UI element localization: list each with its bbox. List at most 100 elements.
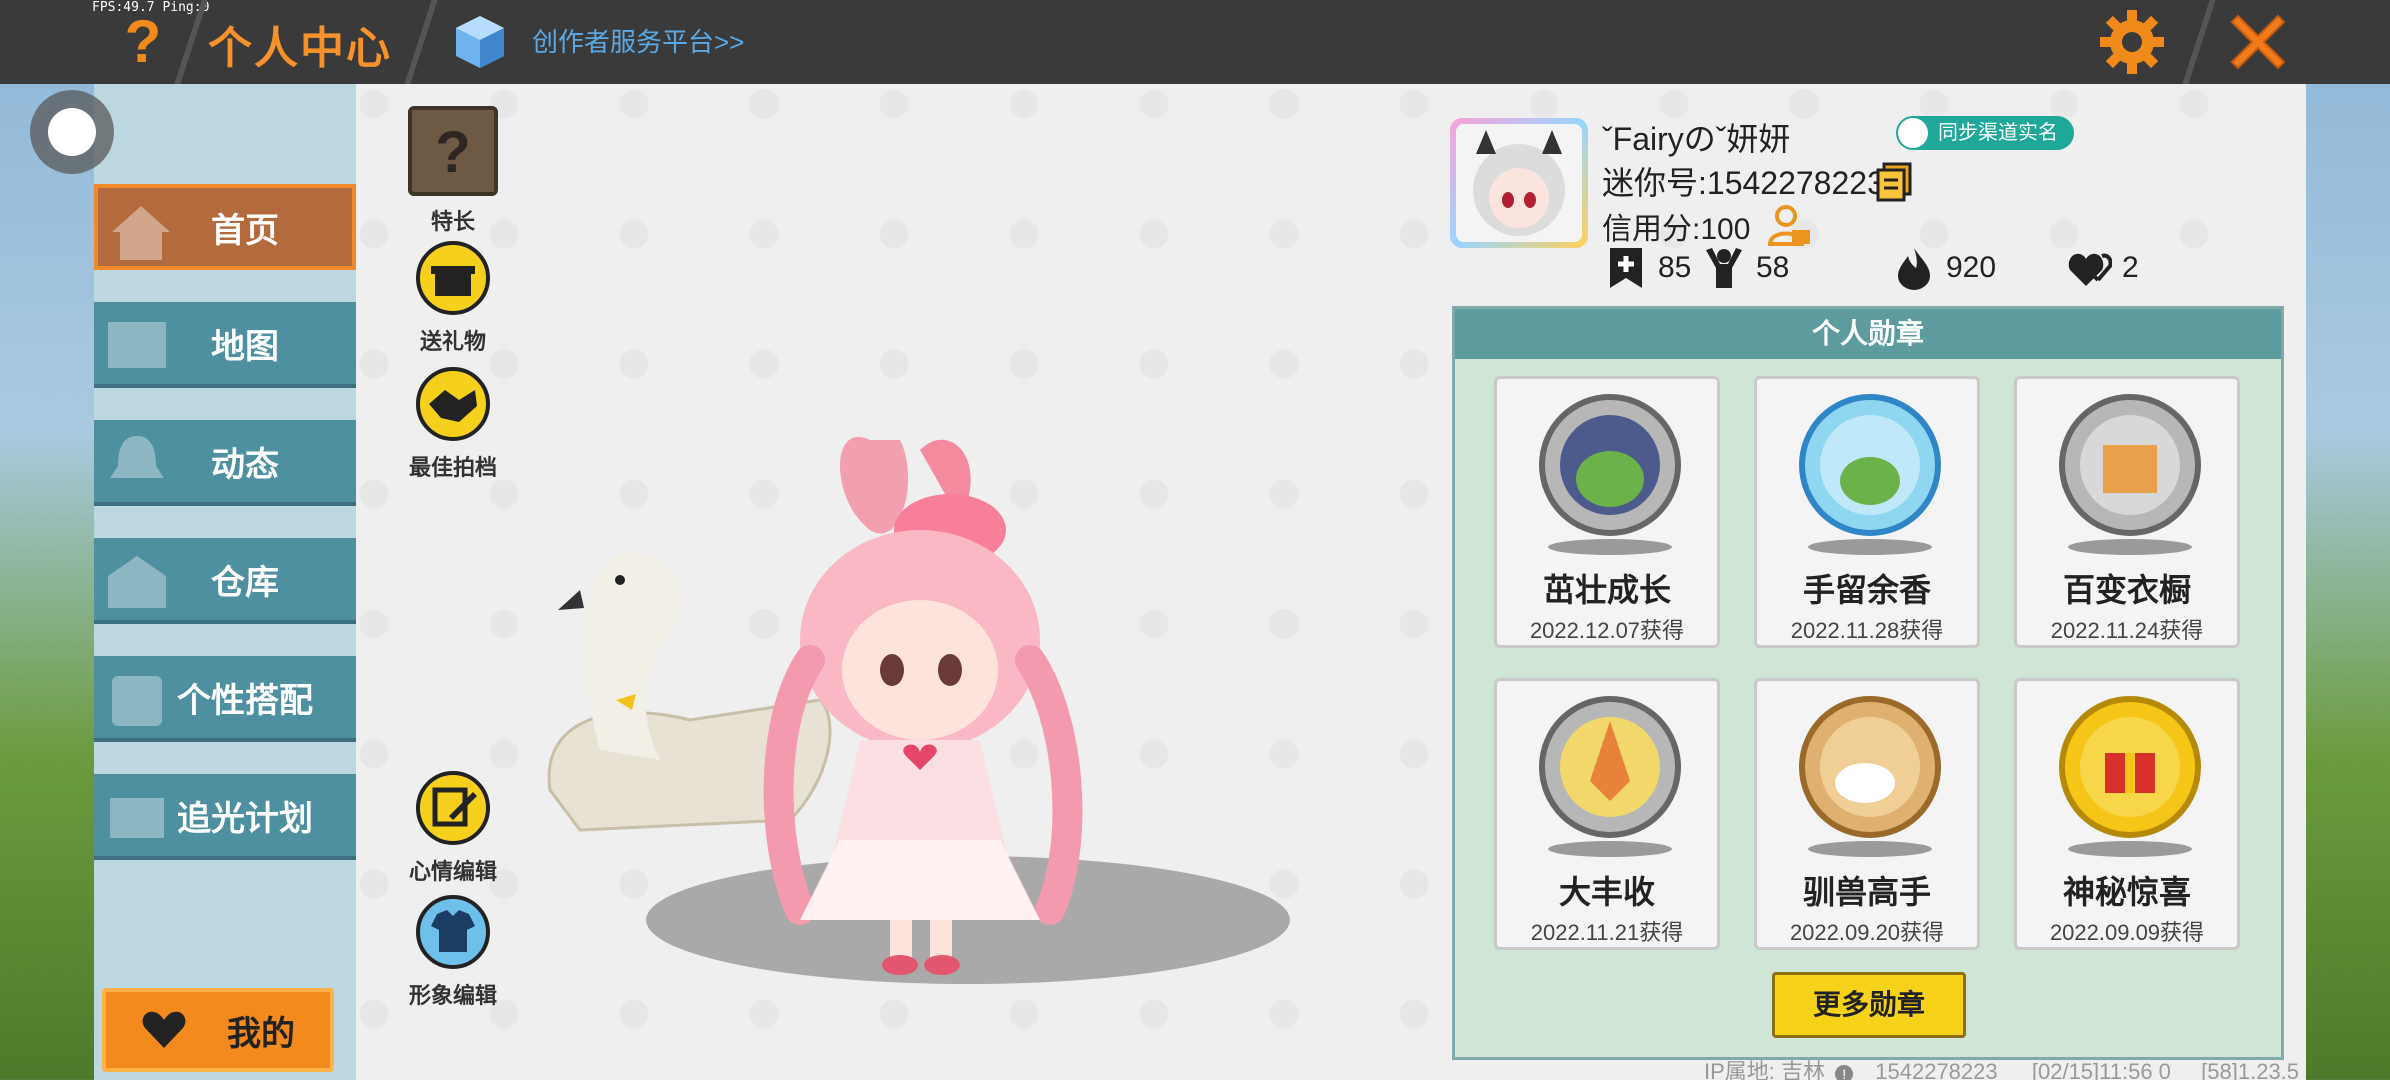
nav-activity[interactable]: 动态 <box>94 420 356 506</box>
heart-icon <box>142 1011 186 1048</box>
tool-label: 形象编辑 <box>408 983 497 1008</box>
more-medals-button[interactable]: 更多勋章 <box>1772 972 1966 1038</box>
edit-icon <box>416 771 490 845</box>
ip-location: IP属地: 吉林 <box>1704 1059 1826 1080</box>
footer-id: 1542278223 <box>1875 1059 1998 1080</box>
nav-outfit[interactable]: 个性搭配 <box>94 656 356 742</box>
footer-info: IP属地: 吉林 ! 1542278223 [02/15]11:56 0 [58… <box>1704 1054 2299 1080</box>
medal-wardrobe-icon <box>2059 394 2201 555</box>
medal-date: 2022.09.20获得 <box>1789 920 1945 945</box>
creator-platform-link[interactable]: 创作者服务平台>> <box>532 22 744 59</box>
svg-text:?: ? <box>435 120 470 185</box>
footer-time: [02/15]11:56 0 <box>2031 1059 2171 1080</box>
tool-label: 心情编辑 <box>408 859 497 884</box>
gift-icon <box>416 241 490 315</box>
medal-card[interactable]: 茁壮成长 2022.12.07获得 <box>1494 376 1720 648</box>
medal-sprout-icon <box>1539 394 1681 555</box>
medal-card[interactable]: 驯兽高手 2022.09.20获得 <box>1754 678 1980 950</box>
nav-label: 个性搭配 <box>177 681 313 720</box>
flame-icon <box>1898 248 1930 290</box>
bookmark-plus-icon <box>1610 248 1642 288</box>
record-button[interactable] <box>30 90 114 174</box>
send-gift-button[interactable]: 送礼物 <box>398 240 508 356</box>
nav-map[interactable]: 地图 <box>94 302 356 388</box>
stat-plus[interactable]: 85 <box>1604 246 1691 290</box>
bell-icon <box>110 436 164 478</box>
ticket-icon <box>110 798 164 838</box>
avatar[interactable] <box>1450 118 1588 248</box>
tool-label: 特长 <box>430 209 475 234</box>
map-icon <box>108 322 166 368</box>
talent-button[interactable]: ? 特长 <box>398 106 508 236</box>
medal-name: 茁壮成长 <box>1542 572 1671 608</box>
nav-label: 首页 <box>211 211 279 250</box>
medal-tamer-icon <box>1799 696 1941 857</box>
image-edit-button[interactable]: 形象编辑 <box>398 894 508 1010</box>
stat-value: 2 <box>2122 251 2139 284</box>
medal-date: 2022.11.28获得 <box>1790 618 1944 643</box>
medal-name: 神秘惊喜 <box>2062 874 2191 910</box>
nickname: ˇFairyのˇ妍妍 <box>1602 121 1791 157</box>
medal-surprise-icon <box>2059 696 2201 857</box>
copy-icon[interactable] <box>1874 162 1914 202</box>
medal-panel-title: 个人勋章 <box>1455 309 2281 359</box>
stat-likes[interactable]: 2 <box>2068 246 2139 290</box>
info-icon[interactable]: ! <box>1835 1065 1854 1080</box>
medal-date: 2022.11.21获得 <box>1530 920 1684 945</box>
footer-version: [58]1.23.5 <box>2201 1059 2300 1080</box>
nav-home[interactable]: 首页 <box>94 184 356 270</box>
divider <box>2182 0 2216 84</box>
medal-card[interactable]: 大丰收 2022.11.21获得 <box>1494 678 1720 950</box>
mini-id: 迷你号:1542278223 <box>1602 165 1885 201</box>
cube-icon[interactable] <box>454 14 506 70</box>
mine-label: 我的 <box>227 1014 295 1053</box>
mine-button[interactable]: 我的 <box>102 988 334 1072</box>
nav-label: 追光计划 <box>177 799 313 838</box>
credit-score: 信用分:100 <box>1602 213 1751 246</box>
sync-label: 同步渠道实名 <box>1938 122 2058 144</box>
stat-value: 85 <box>1658 251 1692 284</box>
nav-label: 地图 <box>211 327 279 366</box>
handshake-icon <box>416 367 490 441</box>
tool-label: 送礼物 <box>419 329 486 354</box>
mood-edit-button[interactable]: 心情编辑 <box>398 770 508 886</box>
cheer-person-icon <box>1706 248 1742 288</box>
shirt-icon <box>416 895 490 969</box>
medal-date: 2022.12.07获得 <box>1529 618 1685 643</box>
double-heart-icon <box>2068 253 2112 286</box>
gear-icon[interactable] <box>2098 8 2166 76</box>
stat-fans[interactable]: 58 <box>1702 246 1789 290</box>
nav-label: 仓库 <box>211 563 279 602</box>
medal-name: 大丰收 <box>1558 874 1655 910</box>
top-bar: FPS:49.7 Ping:0 ? 个人中心 创作者服务平台>> <box>0 0 2390 84</box>
medal-harvest-icon <box>1539 696 1681 857</box>
outfit-icon <box>112 676 162 726</box>
help-button[interactable]: ? <box>112 10 174 74</box>
warehouse-icon <box>108 556 166 608</box>
medal-name: 驯兽高手 <box>1802 874 1931 910</box>
user-sync-icon <box>1898 118 1928 148</box>
close-icon[interactable] <box>2222 6 2294 78</box>
credit-user-icon[interactable] <box>1768 204 1812 248</box>
tool-label: 最佳拍档 <box>408 455 497 480</box>
page-title: 个人中心 <box>208 24 392 73</box>
medal-card[interactable]: 手留余香 2022.11.28获得 <box>1754 376 1980 648</box>
stat-value: 58 <box>1756 251 1790 284</box>
medal-date: 2022.11.24获得 <box>2050 618 2204 643</box>
medal-date: 2022.09.09获得 <box>2049 920 2205 945</box>
stat-value: 920 <box>1946 251 1997 284</box>
question-block-icon: ? <box>408 106 498 196</box>
medal-card[interactable]: 百变衣橱 2022.11.24获得 <box>2014 376 2240 648</box>
nav-chase-light[interactable]: 追光计划 <box>94 774 356 860</box>
medal-fragrance-icon <box>1799 394 1941 555</box>
best-partner-button[interactable]: 最佳拍档 <box>398 366 508 482</box>
medal-name: 百变衣橱 <box>2062 572 2191 608</box>
nav-warehouse[interactable]: 仓库 <box>94 538 356 624</box>
stat-heat[interactable]: 920 <box>1892 246 1996 290</box>
character-stage[interactable] <box>540 420 1320 1000</box>
medal-name: 手留余香 <box>1802 572 1931 608</box>
nav-label: 动态 <box>211 445 279 484</box>
sync-realname-button[interactable]: 同步渠道实名 <box>1896 116 2074 150</box>
medal-card[interactable]: 神秘惊喜 2022.09.09获得 <box>2014 678 2240 950</box>
divider <box>404 0 438 84</box>
